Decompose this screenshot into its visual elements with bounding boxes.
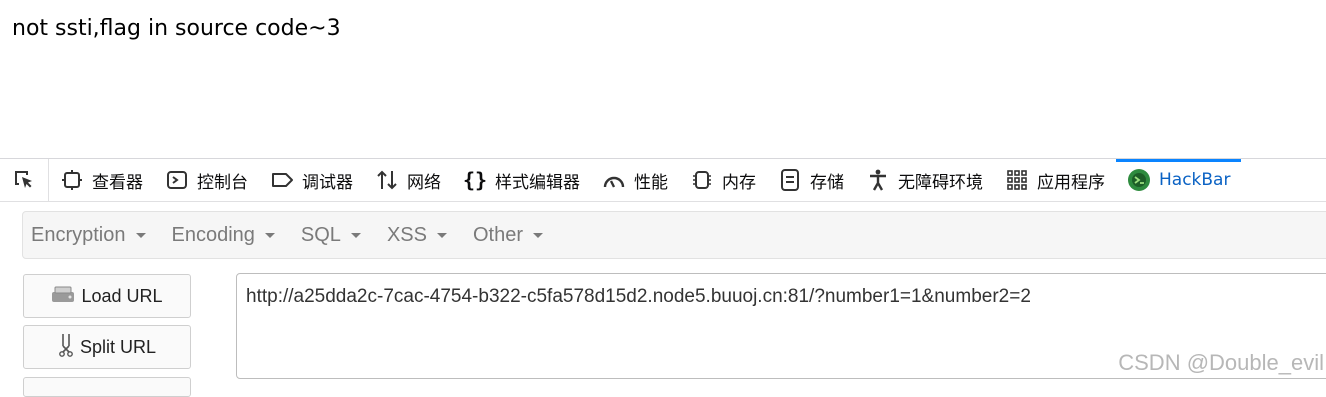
tab-hackbar[interactable]: HackBar xyxy=(1116,159,1242,201)
tab-memory[interactable]: 内存 xyxy=(679,159,767,201)
menu-other-label: Other xyxy=(472,223,523,246)
element-picker-icon xyxy=(15,171,32,188)
menu-sql-label: SQL xyxy=(300,223,341,246)
memory-icon xyxy=(690,168,714,192)
page-body-text: not ssti,flag in source code~3 xyxy=(12,16,341,41)
load-url-icon xyxy=(51,284,75,309)
menu-other[interactable]: Other xyxy=(473,224,543,247)
tab-console[interactable]: 控制台 xyxy=(154,159,259,201)
menu-xss[interactable]: XSS xyxy=(387,224,447,247)
inspector-icon xyxy=(60,168,84,192)
hackbar-icon xyxy=(1127,168,1151,192)
tab-network-label: 网络 xyxy=(407,172,441,193)
menu-encoding[interactable]: Encoding xyxy=(172,224,275,247)
accessibility-icon xyxy=(866,168,890,192)
style-editor-icon: {} xyxy=(462,168,488,192)
tab-debugger[interactable]: 调试器 xyxy=(259,159,364,201)
watermark: CSDN @Double_evil xyxy=(1118,350,1324,375)
tab-accessibility[interactable]: 无障碍环境 xyxy=(855,159,994,201)
tab-style-editor-label: 样式编辑器 xyxy=(495,172,580,193)
tab-performance[interactable]: 性能 xyxy=(591,159,679,201)
console-icon xyxy=(165,168,189,192)
caret-down-icon xyxy=(135,232,146,238)
element-picker-button[interactable] xyxy=(0,159,49,201)
devtools-toolbar: 查看器 控制台 调试器 网络 {} 样式编辑器 性能 内存 存储 无障碍环境 应… xyxy=(0,158,1326,202)
split-url-button[interactable]: Split URL xyxy=(23,325,191,369)
tab-hackbar-label: HackBar xyxy=(1159,170,1231,190)
network-icon xyxy=(375,168,399,192)
debugger-icon xyxy=(270,168,294,192)
caret-down-icon xyxy=(264,232,275,238)
load-url-label: Load URL xyxy=(81,285,163,306)
tab-storage-label: 存储 xyxy=(810,172,844,193)
menu-encoding-label: Encoding xyxy=(171,223,255,246)
caret-down-icon xyxy=(436,232,447,238)
menu-xss-label: XSS xyxy=(386,223,427,246)
tab-memory-label: 内存 xyxy=(722,172,756,193)
menu-encryption[interactable]: Encryption xyxy=(31,224,146,247)
tab-performance-label: 性能 xyxy=(634,172,668,193)
tab-storage[interactable]: 存储 xyxy=(767,159,855,201)
split-url-label: Split URL xyxy=(79,336,157,357)
tab-debugger-label: 调试器 xyxy=(302,172,353,193)
tab-inspector-label: 查看器 xyxy=(92,172,143,193)
storage-icon xyxy=(778,168,802,192)
performance-icon xyxy=(602,168,626,192)
execute-button[interactable] xyxy=(23,377,191,397)
hackbar-menu: Encryption Encoding SQL XSS Other xyxy=(22,211,1326,259)
menu-sql[interactable]: SQL xyxy=(301,224,361,247)
split-url-icon xyxy=(58,333,74,362)
tab-style-editor[interactable]: {} 样式编辑器 xyxy=(452,159,591,201)
load-url-button[interactable]: Load URL xyxy=(23,274,191,318)
tab-inspector[interactable]: 查看器 xyxy=(49,159,154,201)
tab-application[interactable]: 应用程序 xyxy=(994,159,1116,201)
caret-down-icon xyxy=(350,232,361,238)
tab-console-label: 控制台 xyxy=(197,172,248,193)
caret-down-icon xyxy=(533,232,543,238)
menu-encryption-label: Encryption xyxy=(31,223,126,246)
tab-network[interactable]: 网络 xyxy=(364,159,452,201)
application-icon xyxy=(1005,168,1029,192)
tab-accessibility-label: 无障碍环境 xyxy=(898,172,983,193)
tab-application-label: 应用程序 xyxy=(1037,172,1105,193)
